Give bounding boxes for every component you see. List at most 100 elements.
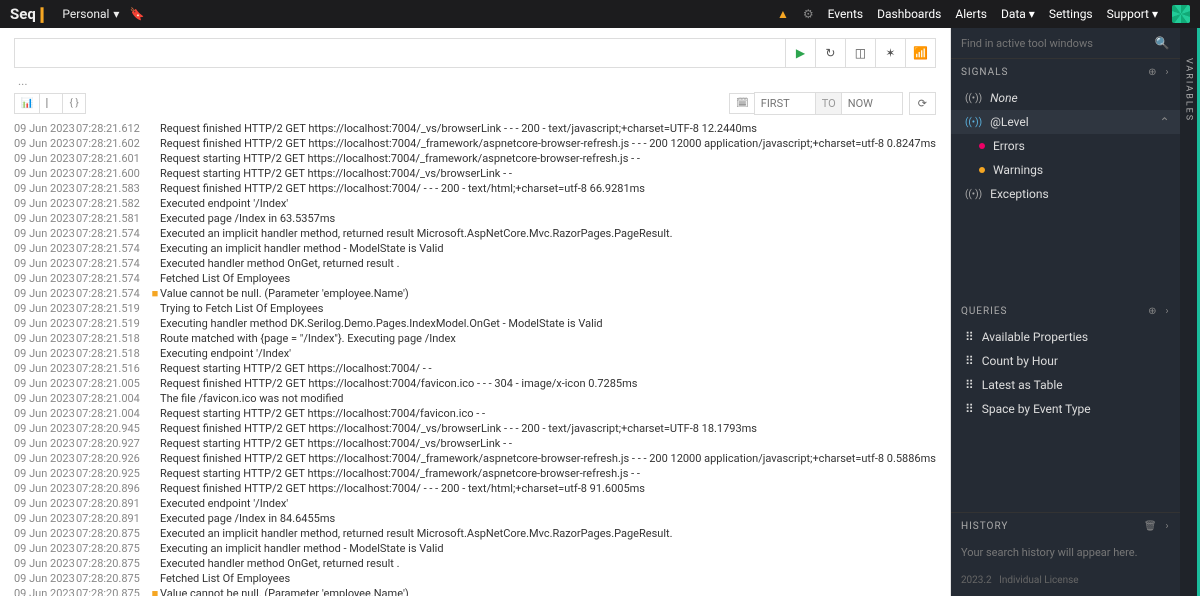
- nav-settings[interactable]: Settings: [1049, 7, 1093, 21]
- event-row[interactable]: 09 Jun 202307:28:20.927Request starting …: [14, 436, 936, 451]
- nav-support[interactable]: Support ▾: [1107, 7, 1158, 21]
- event-row[interactable]: 09 Jun 202307:28:21.583Request finished …: [14, 181, 936, 196]
- event-row[interactable]: 09 Jun 202307:28:21.581Executed page /In…: [14, 211, 936, 226]
- signal-level[interactable]: ((•)) @Level ⌃: [951, 110, 1180, 134]
- gear-icon[interactable]: ⚙: [803, 7, 814, 21]
- collapse-up-icon[interactable]: ⌃: [1160, 115, 1170, 129]
- run-query-button[interactable]: ▶: [786, 38, 816, 68]
- add-query-button[interactable]: ⊕: [1148, 306, 1157, 317]
- query-input[interactable]: [14, 38, 786, 68]
- event-row[interactable]: 09 Jun 202307:28:20.891Executed page /In…: [14, 511, 936, 526]
- event-date: 09 Jun 2023: [14, 302, 76, 316]
- query-available-properties[interactable]: ⠿Available Properties: [951, 325, 1180, 349]
- signal-warnings[interactable]: Warnings: [951, 158, 1180, 182]
- signals-header: SIGNALS ⊕ ›: [951, 59, 1180, 86]
- user-avatar[interactable]: [1172, 5, 1190, 23]
- add-signal-button[interactable]: ⊕: [1148, 67, 1157, 78]
- signal-none[interactable]: ((•)) None: [951, 86, 1180, 110]
- event-level-dot: [150, 422, 160, 436]
- event-time: 07:28:21.574: [76, 242, 150, 256]
- event-date: 09 Jun 2023: [14, 452, 76, 466]
- event-row[interactable]: 09 Jun 202307:28:21.519Trying to Fetch L…: [14, 301, 936, 316]
- variables-tab[interactable]: VARIABLES: [1180, 28, 1198, 596]
- histogram-button[interactable]: 📊: [14, 93, 40, 114]
- event-row[interactable]: 09 Jun 202307:28:20.925Request starting …: [14, 466, 936, 481]
- range-now-input[interactable]: [841, 92, 903, 115]
- event-row[interactable]: 09 Jun 202307:28:21.005Request finished …: [14, 376, 936, 391]
- warning-icon[interactable]: ▲: [777, 7, 789, 21]
- event-time: 07:28:21.004: [76, 392, 150, 406]
- event-level-dot: [150, 377, 160, 391]
- event-level-dot: ■: [150, 587, 160, 596]
- json-button[interactable]: { }: [62, 93, 85, 114]
- version-label: 2023.2: [961, 575, 992, 586]
- event-row[interactable]: 09 Jun 202307:28:20.896Request finished …: [14, 481, 936, 496]
- event-row[interactable]: 09 Jun 202307:28:21.004The file /favicon…: [14, 391, 936, 406]
- query-count-by-hour[interactable]: ⠿Count by Hour: [951, 349, 1180, 373]
- events-list[interactable]: 09 Jun 202307:28:21.612Request finished …: [0, 121, 950, 596]
- signal-exceptions[interactable]: ((•)) Exceptions: [951, 182, 1180, 206]
- event-row[interactable]: 09 Jun 202307:28:20.926Request finished …: [14, 451, 936, 466]
- signal-level-label: @Level: [990, 115, 1029, 129]
- event-message: Fetched List Of Employees: [160, 272, 936, 286]
- signal-stream-button[interactable]: 📶: [906, 38, 936, 68]
- event-row[interactable]: 09 Jun 202307:28:21.518Route matched wit…: [14, 331, 936, 346]
- event-row[interactable]: 09 Jun 202307:28:21.519Executing handler…: [14, 316, 936, 331]
- query-ellipsis[interactable]: ...: [18, 74, 932, 88]
- nav-data[interactable]: Data ▾: [1001, 7, 1035, 21]
- workspace-dropdown[interactable]: Personal ▾: [62, 7, 119, 21]
- timeline-button[interactable]: ⎸: [39, 93, 63, 114]
- event-time: 07:28:20.925: [76, 467, 150, 481]
- nav-dashboards[interactable]: Dashboards: [877, 7, 941, 21]
- refresh-range-button[interactable]: ⟳: [909, 92, 936, 115]
- event-row[interactable]: 09 Jun 202307:28:21.518Executing endpoin…: [14, 346, 936, 361]
- nav-events[interactable]: Events: [828, 7, 864, 21]
- calendar-icon[interactable]: 🗓: [729, 93, 756, 114]
- event-row[interactable]: 09 Jun 202307:28:21.600Request starting …: [14, 166, 936, 181]
- event-row[interactable]: 09 Jun 202307:28:21.574Executed an impli…: [14, 226, 936, 241]
- event-message: Executed endpoint '/Index': [160, 497, 936, 511]
- bookmark-icon[interactable]: 🔖: [129, 7, 144, 21]
- event-time: 07:28:20.875: [76, 527, 150, 541]
- grid-view-button[interactable]: ◫: [846, 38, 876, 68]
- event-message: Route matched with {page = "/Index"}. Ex…: [160, 332, 936, 346]
- event-row[interactable]: 09 Jun 202307:28:21.612Request finished …: [14, 121, 936, 136]
- signals-chevron-icon[interactable]: ›: [1166, 67, 1170, 78]
- event-row[interactable]: 09 Jun 202307:28:21.574Executed handler …: [14, 256, 936, 271]
- event-row[interactable]: 09 Jun 202307:28:20.875Fetched List Of E…: [14, 571, 936, 586]
- event-row[interactable]: 09 Jun 202307:28:21.601Request starting …: [14, 151, 936, 166]
- event-date: 09 Jun 2023: [14, 332, 76, 346]
- brand-logo[interactable]: Seq❙: [10, 5, 48, 23]
- notifications-button[interactable]: ✶: [876, 38, 906, 68]
- event-time: 07:28:21.574: [76, 287, 150, 301]
- nav-alerts[interactable]: Alerts: [955, 7, 987, 21]
- event-row[interactable]: 09 Jun 202307:28:21.602Request finished …: [14, 136, 936, 151]
- event-row[interactable]: 09 Jun 202307:28:20.875Executing an impl…: [14, 541, 936, 556]
- event-row[interactable]: 09 Jun 202307:28:21.574Fetched List Of E…: [14, 271, 936, 286]
- history-chevron-icon[interactable]: ›: [1166, 521, 1170, 532]
- right-search-input[interactable]: [961, 37, 1155, 50]
- event-row[interactable]: 09 Jun 202307:28:21.574Executing an impl…: [14, 241, 936, 256]
- range-first-input[interactable]: [754, 92, 816, 115]
- search-icon[interactable]: 🔍: [1155, 36, 1170, 50]
- query-space-by-event-type[interactable]: ⠿Space by Event Type: [951, 397, 1180, 421]
- event-row[interactable]: 09 Jun 202307:28:21.582Executed endpoint…: [14, 196, 936, 211]
- event-row[interactable]: 09 Jun 202307:28:20.945Request finished …: [14, 421, 936, 436]
- range-to-label: TO: [816, 92, 842, 115]
- event-row[interactable]: 09 Jun 202307:28:20.875■Value cannot be …: [14, 586, 936, 596]
- event-row[interactable]: 09 Jun 202307:28:21.516Request starting …: [14, 361, 936, 376]
- queries-chevron-icon[interactable]: ›: [1166, 306, 1170, 317]
- event-message: Request finished HTTP/2 GET https://loca…: [160, 137, 936, 151]
- refresh-mode-button[interactable]: ↻: [816, 38, 846, 68]
- event-row[interactable]: 09 Jun 202307:28:21.574■Value cannot be …: [14, 286, 936, 301]
- event-row[interactable]: 09 Jun 202307:28:20.875Executed handler …: [14, 556, 936, 571]
- event-date: 09 Jun 2023: [14, 407, 76, 421]
- signal-errors[interactable]: Errors: [951, 134, 1180, 158]
- event-row[interactable]: 09 Jun 202307:28:20.891Executed endpoint…: [14, 496, 936, 511]
- event-row[interactable]: 09 Jun 202307:28:21.004Request starting …: [14, 406, 936, 421]
- clear-history-button[interactable]: 🗑: [1144, 521, 1158, 532]
- query-latest-as-table[interactable]: ⠿Latest as Table: [951, 373, 1180, 397]
- event-time: 07:28:20.891: [76, 512, 150, 526]
- event-message: Executing endpoint '/Index': [160, 347, 936, 361]
- event-row[interactable]: 09 Jun 202307:28:20.875Executed an impli…: [14, 526, 936, 541]
